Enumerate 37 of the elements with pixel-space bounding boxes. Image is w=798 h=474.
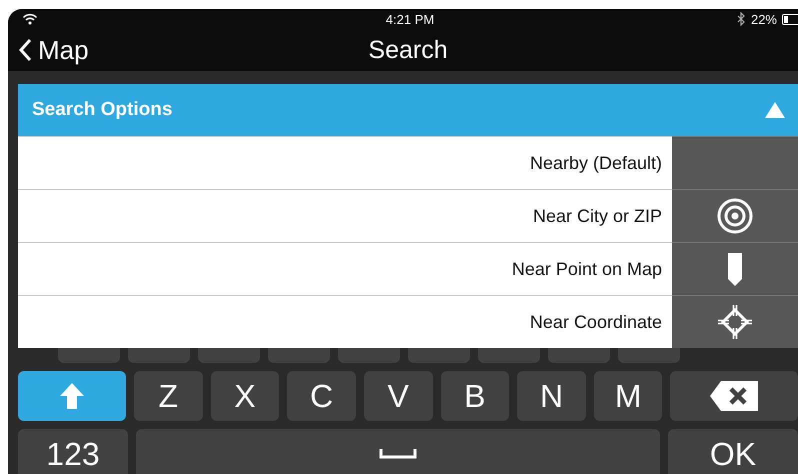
back-button[interactable]: Map <box>18 34 89 66</box>
battery-percent: 22% <box>750 12 777 26</box>
keyboard-key[interactable] <box>128 348 190 363</box>
space-key[interactable] <box>136 429 660 474</box>
keyboard-key[interactable] <box>198 348 260 363</box>
search-option[interactable]: Near Point on Map <box>18 243 672 295</box>
search-option[interactable]: Nearby (Default) <box>18 137 672 189</box>
bluetooth-icon <box>736 12 746 26</box>
keyboard-key[interactable] <box>58 348 120 363</box>
battery-icon <box>782 14 798 24</box>
chevron-left-icon <box>18 38 32 62</box>
keyboard-key[interactable] <box>338 348 400 363</box>
search-option[interactable]: Near City or ZIP <box>18 190 672 242</box>
letter-key[interactable]: M <box>594 371 662 421</box>
wifi-icon <box>22 13 38 25</box>
keyboard-key[interactable] <box>268 348 330 363</box>
backspace-icon <box>709 380 760 412</box>
search-options-title: Search Options <box>32 99 172 121</box>
shift-arrow-icon <box>58 382 85 410</box>
letter-key[interactable]: N <box>517 371 586 421</box>
letter-key[interactable]: V <box>364 371 433 421</box>
keyboard-key[interactable] <box>548 348 610 363</box>
numbers-key[interactable]: 123 <box>18 429 128 474</box>
keyboard-key[interactable] <box>478 348 540 363</box>
letter-key[interactable]: B <box>440 371 510 421</box>
keyboard-key[interactable] <box>408 348 470 363</box>
space-bar-icon <box>379 449 417 459</box>
letter-key[interactable]: C <box>287 371 356 421</box>
ok-key[interactable]: OK <box>668 429 798 474</box>
letter-key[interactable]: X <box>210 371 280 421</box>
backspace-key[interactable] <box>670 371 798 421</box>
screen-title: Search <box>368 36 448 64</box>
keyboard-key[interactable] <box>618 348 680 363</box>
search-option[interactable]: Near Coordinate <box>18 296 672 348</box>
shift-key[interactable] <box>18 371 126 421</box>
letter-key[interactable]: Z <box>134 371 203 421</box>
status-time: 4:21 PM <box>386 12 434 26</box>
